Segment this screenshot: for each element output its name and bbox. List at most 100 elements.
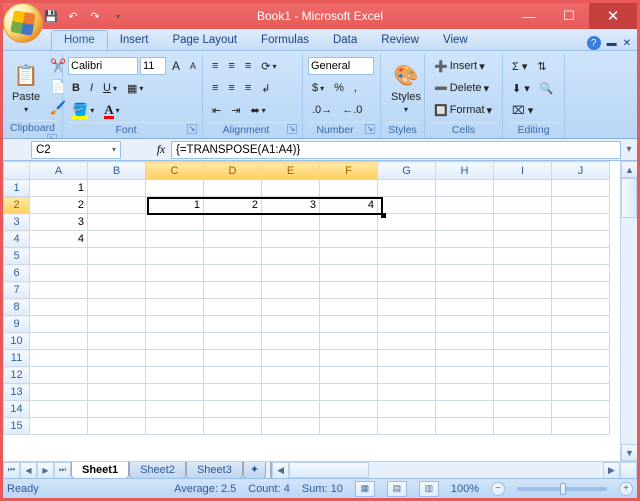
- cell-B2[interactable]: [88, 197, 146, 214]
- cell-A14[interactable]: [30, 401, 88, 418]
- cell-G5[interactable]: [378, 248, 436, 265]
- cell-I7[interactable]: [494, 282, 552, 299]
- cell-E14[interactable]: [262, 401, 320, 418]
- cell-F2[interactable]: 4: [320, 197, 378, 214]
- cell-D1[interactable]: [204, 180, 262, 197]
- cell-B12[interactable]: [88, 367, 146, 384]
- fill-button[interactable]: ⬇ ▾: [508, 80, 534, 97]
- office-button[interactable]: [3, 3, 43, 43]
- scroll-up-button[interactable]: ▲: [621, 161, 637, 178]
- cell-H11[interactable]: [436, 350, 494, 367]
- scroll-thumb[interactable]: [621, 178, 637, 218]
- row-header-14[interactable]: 14: [4, 401, 30, 418]
- cell-C11[interactable]: [146, 350, 204, 367]
- cell-I11[interactable]: [494, 350, 552, 367]
- cell-F10[interactable]: [320, 333, 378, 350]
- row-header-2[interactable]: 2: [4, 197, 30, 214]
- cell-C10[interactable]: [146, 333, 204, 350]
- cell-C5[interactable]: [146, 248, 204, 265]
- new-sheet-tab[interactable]: ✦: [243, 462, 266, 479]
- cell-E5[interactable]: [262, 248, 320, 265]
- spreadsheet-grid[interactable]: ABCDEFGHIJ11221234334456789101112131415: [3, 161, 610, 435]
- font-family-input[interactable]: [68, 57, 138, 75]
- cell-H4[interactable]: [436, 231, 494, 248]
- cell-J13[interactable]: [552, 384, 610, 401]
- cell-H2[interactable]: [436, 197, 494, 214]
- sort-filter-button[interactable]: ⇅: [533, 58, 550, 75]
- select-all-corner[interactable]: [4, 162, 30, 180]
- tab-insert[interactable]: Insert: [108, 31, 161, 50]
- cell-A9[interactable]: [30, 316, 88, 333]
- cell-A11[interactable]: [30, 350, 88, 367]
- qat-customize-icon[interactable]: [109, 8, 125, 24]
- cell-J11[interactable]: [552, 350, 610, 367]
- cell-A3[interactable]: 3: [30, 214, 88, 231]
- cell-I13[interactable]: [494, 384, 552, 401]
- cell-D9[interactable]: [204, 316, 262, 333]
- cell-H6[interactable]: [436, 265, 494, 282]
- dialog-launcher-icon[interactable]: ↘: [365, 124, 375, 134]
- cell-J1[interactable]: [552, 180, 610, 197]
- view-pagebreak-button[interactable]: ▥: [419, 481, 439, 497]
- cell-A10[interactable]: [30, 333, 88, 350]
- cell-I14[interactable]: [494, 401, 552, 418]
- column-header-D[interactable]: D: [204, 162, 262, 180]
- row-header-3[interactable]: 3: [4, 214, 30, 231]
- tab-nav-last[interactable]: ⏭: [54, 462, 71, 479]
- delete-cells-button[interactable]: ➖Delete ▾: [430, 80, 493, 97]
- styles-button[interactable]: 🎨 Styles ▾: [386, 56, 426, 120]
- cell-F3[interactable]: [320, 214, 378, 231]
- cell-E10[interactable]: [262, 333, 320, 350]
- redo-icon[interactable]: ↷: [87, 8, 103, 24]
- cell-A15[interactable]: [30, 418, 88, 435]
- column-header-J[interactable]: J: [552, 162, 610, 180]
- cell-B14[interactable]: [88, 401, 146, 418]
- cell-D12[interactable]: [204, 367, 262, 384]
- find-select-button[interactable]: 🔍: [536, 80, 558, 97]
- vertical-scrollbar[interactable]: ▲ ▼: [620, 161, 637, 461]
- column-header-C[interactable]: C: [146, 162, 204, 180]
- cell-C1[interactable]: [146, 180, 204, 197]
- cell-J14[interactable]: [552, 401, 610, 418]
- align-top-button[interactable]: ≡: [208, 58, 222, 74]
- cell-G13[interactable]: [378, 384, 436, 401]
- cell-H3[interactable]: [436, 214, 494, 231]
- cell-B13[interactable]: [88, 384, 146, 401]
- cell-I3[interactable]: [494, 214, 552, 231]
- cell-D13[interactable]: [204, 384, 262, 401]
- cell-F4[interactable]: [320, 231, 378, 248]
- cell-C14[interactable]: [146, 401, 204, 418]
- font-color-button[interactable]: A▾: [100, 100, 123, 120]
- cell-J2[interactable]: [552, 197, 610, 214]
- cell-B1[interactable]: [88, 180, 146, 197]
- cell-C9[interactable]: [146, 316, 204, 333]
- cell-G14[interactable]: [378, 401, 436, 418]
- bold-button[interactable]: B: [68, 80, 84, 96]
- tab-formulas[interactable]: Formulas: [249, 31, 321, 50]
- cell-B5[interactable]: [88, 248, 146, 265]
- cell-J8[interactable]: [552, 299, 610, 316]
- cell-H9[interactable]: [436, 316, 494, 333]
- cell-G3[interactable]: [378, 214, 436, 231]
- tab-nav-first[interactable]: ⏮: [3, 462, 20, 479]
- cell-I5[interactable]: [494, 248, 552, 265]
- cell-F1[interactable]: [320, 180, 378, 197]
- cell-F13[interactable]: [320, 384, 378, 401]
- cell-D6[interactable]: [204, 265, 262, 282]
- cell-E6[interactable]: [262, 265, 320, 282]
- cell-D11[interactable]: [204, 350, 262, 367]
- cell-B7[interactable]: [88, 282, 146, 299]
- cell-J15[interactable]: [552, 418, 610, 435]
- cell-G11[interactable]: [378, 350, 436, 367]
- cell-F12[interactable]: [320, 367, 378, 384]
- row-header-13[interactable]: 13: [4, 384, 30, 401]
- cell-E13[interactable]: [262, 384, 320, 401]
- cell-C13[interactable]: [146, 384, 204, 401]
- percent-button[interactable]: %: [330, 80, 348, 96]
- tab-data[interactable]: Data: [321, 31, 369, 50]
- cell-C2[interactable]: 1: [146, 197, 204, 214]
- cell-F7[interactable]: [320, 282, 378, 299]
- cell-D7[interactable]: [204, 282, 262, 299]
- row-header-12[interactable]: 12: [4, 367, 30, 384]
- tab-home[interactable]: Home: [51, 30, 108, 50]
